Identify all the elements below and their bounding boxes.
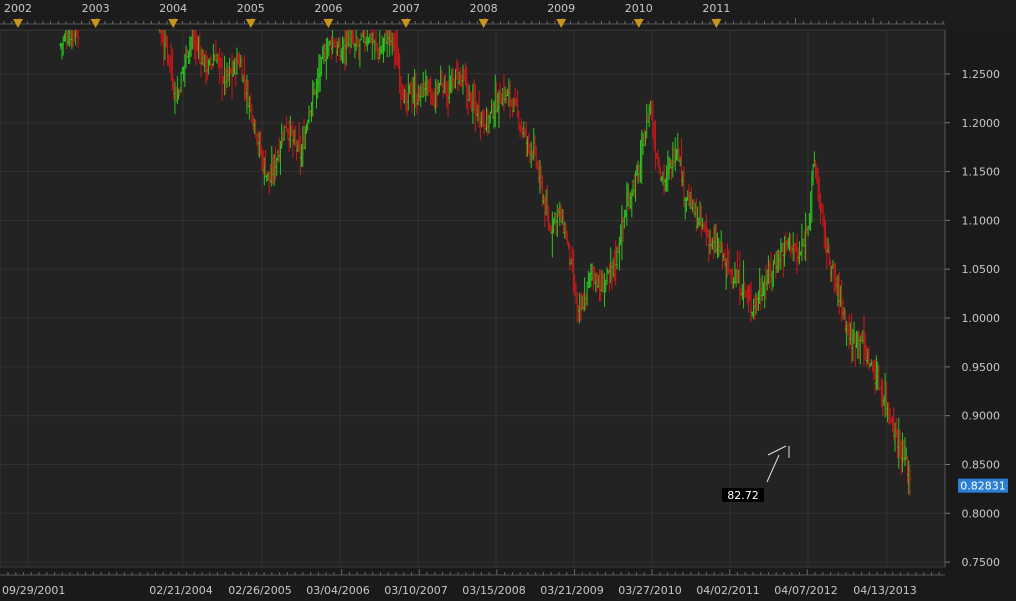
x-tick-label: 03/15/2008 <box>462 584 525 597</box>
y-tick-label: 0.7500 <box>962 556 1001 569</box>
year-label: 2008 <box>470 2 498 15</box>
x-tick-label: 03/04/2006 <box>306 584 369 597</box>
year-label: 2007 <box>392 2 420 15</box>
year-marker-bar: 2002 2003 2004 2005 2006 2007 2008 2009 2010 2011 <box>0 0 1016 30</box>
y-tick-label: 0.9000 <box>962 410 1001 423</box>
year-label: 2006 <box>314 2 342 15</box>
x-tick-label: 04/02/2011 <box>696 584 759 597</box>
current-price-label: 0.82831 <box>960 480 1006 493</box>
year-label: 2011 <box>702 2 730 15</box>
y-tick-label: 1.2500 <box>962 68 1001 81</box>
annotation-label: 82.72 <box>727 489 759 502</box>
year-label: 2010 <box>625 2 653 15</box>
y-tick-label: 0.8500 <box>962 458 1001 471</box>
y-tick-label: 1.1500 <box>962 166 1001 179</box>
x-tick-label: 09/29/2001 <box>2 584 65 597</box>
ohlc-chart[interactable]: 2002 2003 2004 2005 2006 2007 2008 2009 2010 2011… <box>0 0 1016 601</box>
chart-container: 2002 2003 2004 2005 2006 2007 2008 2009 2010 2011… <box>0 0 1016 601</box>
year-label: 2004 <box>159 2 187 15</box>
x-tick-label: 04/13/2013 <box>853 584 916 597</box>
year-label: 2002 <box>4 2 32 15</box>
y-tick-label: 1.0500 <box>962 263 1001 276</box>
year-label: 2009 <box>547 2 575 15</box>
x-tick-label: 03/10/2007 <box>384 584 447 597</box>
y-tick-label: 1.0000 <box>962 312 1001 325</box>
year-bar-bg <box>0 0 1016 30</box>
y-tick-label: 1.2000 <box>962 117 1001 130</box>
x-tick-label: 02/21/2004 <box>149 584 212 597</box>
y-tick-label: 1.1000 <box>962 214 1001 227</box>
x-tick-label: 02/26/2005 <box>228 584 291 597</box>
y-tick-label: 0.9500 <box>962 361 1001 374</box>
x-tick-label: 03/27/2010 <box>618 584 681 597</box>
year-label: 2003 <box>82 2 110 15</box>
x-tick-label: 03/21/2009 <box>540 584 603 597</box>
year-label: 2005 <box>237 2 265 15</box>
x-tick-label: 04/07/2012 <box>774 584 837 597</box>
y-tick-label: 0.8000 <box>962 507 1001 520</box>
